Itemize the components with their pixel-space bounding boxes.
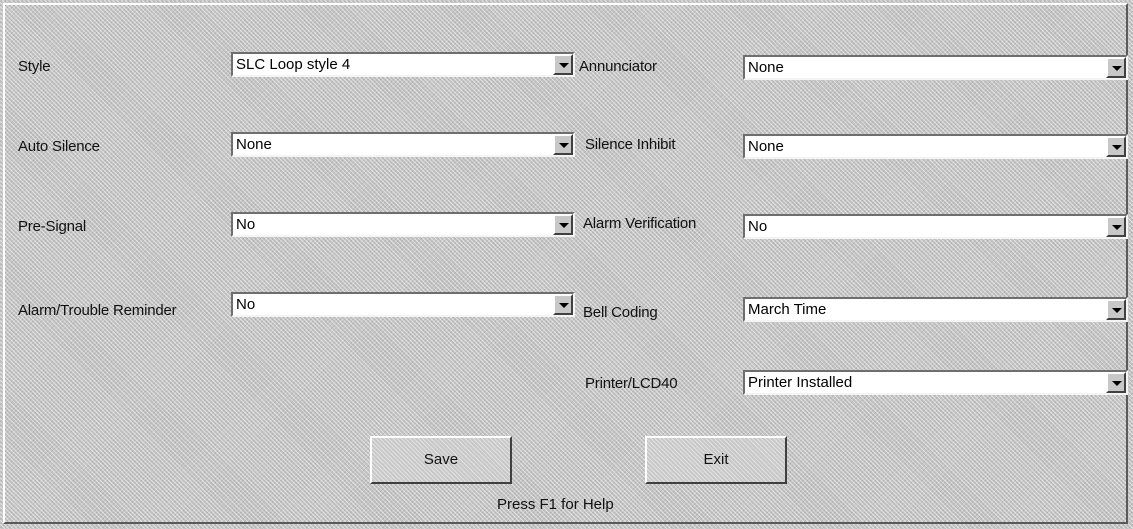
annunciator-dropdown[interactable]: None (743, 55, 1128, 80)
auto-silence-value: None (236, 136, 272, 153)
chevron-down-icon[interactable] (553, 214, 573, 235)
printer-lcd40-label: Printer/LCD40 (585, 375, 678, 392)
chevron-down-icon[interactable] (553, 294, 573, 315)
bell-coding-label: Bell Coding (583, 304, 658, 321)
style-label: Style (18, 58, 51, 75)
chevron-down-icon[interactable] (1106, 216, 1126, 237)
bell-coding-dropdown[interactable]: March Time (743, 297, 1128, 322)
alarm-trouble-reminder-dropdown[interactable]: No (231, 292, 575, 317)
silence-inhibit-dropdown[interactable]: None (743, 134, 1128, 159)
save-button[interactable]: Save (370, 436, 512, 484)
silence-inhibit-value: None (748, 138, 784, 155)
annunciator-value: None (748, 59, 784, 76)
style-dropdown[interactable]: SLC Loop style 4 (231, 52, 575, 77)
help-text: Press F1 for Help (497, 496, 614, 513)
settings-panel (3, 3, 1128, 524)
alarm-trouble-reminder-label: Alarm/Trouble Reminder (18, 302, 177, 319)
alarm-trouble-reminder-value: No (236, 296, 256, 313)
chevron-down-icon[interactable] (1106, 57, 1126, 78)
printer-lcd40-value: Printer Installed (748, 374, 853, 391)
chevron-down-icon[interactable] (553, 54, 573, 75)
auto-silence-label: Auto Silence (18, 138, 100, 155)
pre-signal-value: No (236, 216, 256, 233)
silence-inhibit-label: Silence Inhibit (585, 136, 676, 153)
chevron-down-icon[interactable] (1106, 299, 1126, 320)
chevron-down-icon[interactable] (1106, 136, 1126, 157)
alarm-verification-value: No (748, 218, 768, 235)
pre-signal-label: Pre-Signal (18, 218, 87, 235)
alarm-verification-label: Alarm Verification (583, 215, 697, 232)
auto-silence-dropdown[interactable]: None (231, 132, 575, 157)
chevron-down-icon[interactable] (553, 134, 573, 155)
pre-signal-dropdown[interactable]: No (231, 212, 575, 237)
printer-lcd40-dropdown[interactable]: Printer Installed (743, 370, 1128, 395)
annunciator-label: Annunciator (579, 58, 657, 75)
alarm-verification-dropdown[interactable]: No (743, 214, 1128, 239)
chevron-down-icon[interactable] (1106, 372, 1126, 393)
style-value: SLC Loop style 4 (236, 56, 351, 73)
bell-coding-value: March Time (748, 301, 827, 318)
exit-button[interactable]: Exit (645, 436, 787, 484)
